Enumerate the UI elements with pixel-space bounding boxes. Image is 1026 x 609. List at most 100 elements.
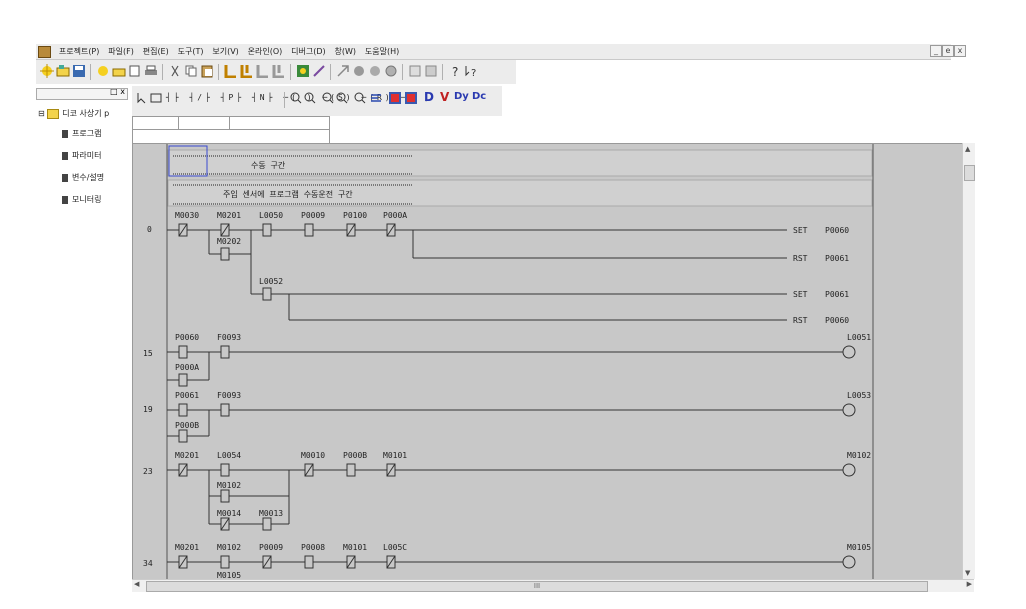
project-tree: □ x ⊟ 디코 사상기 p 프로그램 파라미터 변수/설명 모니터링 bbox=[36, 86, 130, 586]
menu-project[interactable]: 프로젝트(P) bbox=[56, 44, 103, 59]
contact-label: P0061 bbox=[175, 391, 199, 400]
list-icon[interactable] bbox=[408, 64, 422, 78]
svg-text:?: ? bbox=[471, 68, 476, 78]
contact-label: P000A bbox=[175, 363, 199, 372]
rung-15[interactable]: P0060 F0093 P000A L0051 bbox=[167, 333, 871, 387]
rung-19[interactable]: P0061 F0093 P000B L0053 bbox=[167, 391, 871, 443]
tree-item-monitor[interactable]: 모니터링 bbox=[62, 194, 101, 205]
open-file-icon[interactable] bbox=[112, 64, 126, 78]
compile-icon[interactable] bbox=[256, 64, 270, 78]
coil-label: L0053 bbox=[847, 391, 871, 400]
zoom-in-icon[interactable] bbox=[290, 92, 302, 104]
rung-34[interactable]: M0201 M0102 P0009 P0008 M0101 L005C M010… bbox=[167, 543, 871, 580]
scroll-up-icon[interactable]: ▲ bbox=[965, 145, 970, 153]
tree-root[interactable]: ⊟ 디코 사상기 p bbox=[38, 108, 109, 119]
context-help-icon[interactable]: ? bbox=[464, 64, 478, 78]
print-icon[interactable] bbox=[144, 64, 158, 78]
document-icon bbox=[62, 195, 68, 204]
rung-0[interactable]: M0030 M0201 L0050 P0009 P0100 P000A M020… bbox=[167, 211, 863, 326]
device-edit-2-icon[interactable] bbox=[404, 91, 418, 105]
scroll-thumb[interactable] bbox=[964, 165, 975, 181]
letter-button-dy[interactable]: Dy bbox=[454, 91, 469, 102]
scroll-left-icon[interactable]: ◀ bbox=[134, 580, 139, 588]
coil-label: L0051 bbox=[847, 333, 871, 342]
save-icon[interactable] bbox=[72, 64, 86, 78]
copy-icon[interactable] bbox=[184, 64, 198, 78]
scroll-right-icon[interactable]: ▶ bbox=[967, 580, 972, 588]
zoom-out-icon[interactable] bbox=[304, 92, 316, 104]
menu-debug[interactable]: 디버그(D) bbox=[288, 44, 328, 59]
instruction-arg: P0061 bbox=[825, 254, 849, 263]
print-preview-icon[interactable] bbox=[128, 64, 142, 78]
zoom-out-2-icon[interactable] bbox=[336, 92, 348, 104]
contact-label: M0010 bbox=[301, 451, 325, 460]
instruction-op: RST bbox=[793, 316, 808, 325]
scroll-thumb[interactable]: III bbox=[146, 581, 928, 592]
device-edit-icon[interactable] bbox=[388, 91, 402, 105]
paste-icon[interactable] bbox=[200, 64, 214, 78]
menu-window[interactable]: 창(W) bbox=[332, 44, 360, 59]
scroll-down-icon[interactable]: ▼ bbox=[965, 569, 970, 577]
instruction-op: SET bbox=[793, 290, 808, 299]
instruction-arg: P0061 bbox=[825, 290, 849, 299]
restore-button[interactable]: e bbox=[942, 45, 954, 57]
letter-button-dc[interactable]: Dc bbox=[472, 91, 486, 102]
horizontal-scrollbar[interactable]: ◀ III ▶ bbox=[132, 579, 974, 592]
ladder-editor[interactable]: 수동 구간 주입 센서에 프로그램 수동운전 구간 0 15 19 23 34 … bbox=[132, 143, 964, 581]
pointer-icon[interactable] bbox=[136, 92, 148, 104]
monitor-icon[interactable] bbox=[296, 64, 310, 78]
help-icon[interactable]: ? bbox=[448, 64, 462, 78]
contact-label: F0093 bbox=[217, 391, 241, 400]
contact-label: P000B bbox=[175, 421, 199, 430]
letter-button-v[interactable]: V bbox=[440, 90, 449, 104]
tree-item-variables[interactable]: 변수/설명 bbox=[62, 172, 104, 183]
menu-edit[interactable]: 편집(E) bbox=[140, 44, 172, 59]
list2-icon[interactable] bbox=[424, 64, 438, 78]
contact-label: P0009 bbox=[259, 543, 283, 552]
record-icon[interactable] bbox=[384, 64, 398, 78]
contact-label: M0014 bbox=[217, 509, 241, 518]
ladder-edit-icon[interactable] bbox=[240, 64, 254, 78]
new-icon[interactable] bbox=[96, 64, 110, 78]
compile-all-icon[interactable] bbox=[272, 64, 286, 78]
menu-tools[interactable]: 도구(T) bbox=[175, 44, 207, 59]
contact-label: F0093 bbox=[217, 333, 241, 342]
app-icon bbox=[38, 46, 51, 58]
menu-bar: 프로젝트(P) 파일(F) 편집(E) 도구(T) 보기(V) 온라인(O) 디… bbox=[36, 44, 966, 60]
cut-icon[interactable] bbox=[168, 64, 182, 78]
contact-label: P000A bbox=[383, 211, 407, 220]
instruction-arg: P0060 bbox=[825, 316, 849, 325]
align-icon[interactable] bbox=[370, 92, 382, 104]
menu-view[interactable]: 보기(V) bbox=[209, 44, 241, 59]
open-icon[interactable] bbox=[56, 64, 70, 78]
contact-label: M0030 bbox=[175, 211, 199, 220]
letter-button-d[interactable]: D bbox=[424, 90, 434, 104]
contact-label: P0100 bbox=[343, 211, 367, 220]
contact-label: L0054 bbox=[217, 451, 241, 460]
rung-23[interactable]: M0201 L0054 M0010 P000B M0101 M0102 M001… bbox=[167, 451, 871, 531]
new-project-icon[interactable] bbox=[40, 64, 54, 78]
menu-file[interactable]: 파일(F) bbox=[105, 44, 137, 59]
document-icon bbox=[62, 151, 68, 160]
menu-help[interactable]: 도움말(H) bbox=[362, 44, 402, 59]
minimize-button[interactable]: _ bbox=[930, 45, 942, 57]
connect-icon[interactable] bbox=[336, 64, 350, 78]
zoom-in-2-icon[interactable] bbox=[322, 92, 334, 104]
coil-label: M0102 bbox=[847, 451, 871, 460]
contact-label: M0101 bbox=[383, 451, 407, 460]
link-icon[interactable] bbox=[312, 64, 326, 78]
close-button[interactable]: x bbox=[954, 45, 966, 57]
menu-online[interactable]: 온라인(O) bbox=[245, 44, 286, 59]
tree-item-program[interactable]: 프로그램 bbox=[62, 128, 101, 139]
tree-item-parameter[interactable]: 파라미터 bbox=[62, 150, 101, 161]
contact-label: P0060 bbox=[175, 333, 199, 342]
stop-icon[interactable] bbox=[352, 64, 366, 78]
tree-close-icon[interactable]: □ x bbox=[110, 87, 125, 96]
folder-icon bbox=[47, 108, 60, 119]
vertical-scrollbar[interactable]: ▲ ▼ bbox=[962, 143, 975, 579]
zoom-fit-icon[interactable] bbox=[354, 92, 366, 104]
ladder-icon[interactable] bbox=[224, 64, 238, 78]
run-icon[interactable] bbox=[368, 64, 382, 78]
contact-label: L0050 bbox=[259, 211, 283, 220]
rectangle-icon[interactable] bbox=[150, 92, 162, 104]
